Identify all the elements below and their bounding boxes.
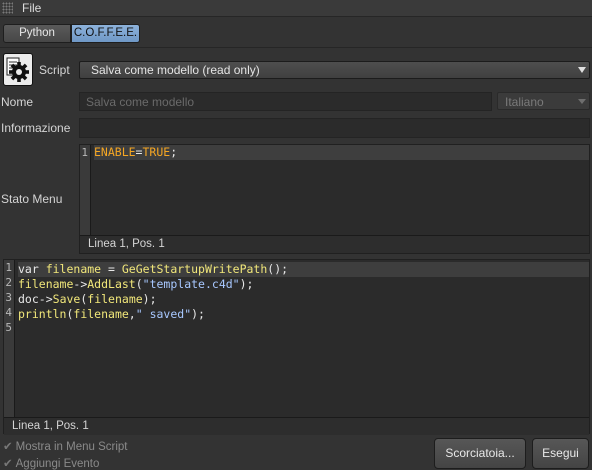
- code-token: (: [135, 277, 143, 291]
- code-token: );: [191, 307, 205, 321]
- code-token: doc: [18, 292, 39, 306]
- code-token: );: [239, 277, 254, 291]
- line-number: 3: [5, 291, 12, 304]
- add-event-label: Aggiungi Evento: [15, 458, 100, 470]
- code-token: ,: [128, 307, 136, 321]
- code-token: "template.c4d": [142, 277, 240, 291]
- code-token: filename: [73, 307, 129, 321]
- language-select-value: Italiano: [505, 95, 544, 109]
- drag-grip-icon[interactable]: [2, 2, 13, 14]
- code-token: Save: [52, 292, 81, 306]
- menu-bar: File: [0, 0, 592, 17]
- line-number: 1: [81, 146, 88, 159]
- code-token: ->: [73, 277, 88, 291]
- code-line: println(filename," saved");: [18, 307, 589, 322]
- menu-state-label: Stato Menu: [1, 192, 63, 206]
- code-token: GeGetStartupWritePath: [121, 262, 268, 276]
- menu-file[interactable]: File: [22, 1, 41, 15]
- script-editor[interactable]: 1 2 3 4 5 var filename = GeGetStartupWritePa…: [3, 259, 590, 435]
- code-token: ->: [38, 292, 53, 306]
- code-line: ENABLE=TRUE;: [94, 145, 589, 160]
- info-label: Informazione: [1, 121, 71, 135]
- chevron-down-icon: [578, 99, 586, 104]
- code-lines: var filename = GeGetStartupWritePath(); f…: [18, 262, 589, 337]
- info-field-wrapper: [79, 118, 590, 138]
- code-token: " saved": [135, 307, 192, 321]
- code-token: TRUE: [142, 145, 171, 159]
- code-line: doc->Save(filename);: [18, 292, 589, 307]
- show-in-menu-label: Mostra in Menu Script: [15, 441, 128, 453]
- code-token: filename: [45, 262, 102, 276]
- code-token: filename: [18, 277, 74, 291]
- code-token: );: [142, 292, 157, 306]
- menu-state-status-bar: Linea 1, Pos. 1: [80, 235, 589, 253]
- script-select[interactable]: Salva come modello (read only): [79, 61, 590, 79]
- line-number: 5: [5, 321, 12, 334]
- chevron-down-icon: [578, 67, 586, 73]
- tab-coffee[interactable]: C.O.F.F.E.E.: [71, 24, 140, 43]
- name-field-wrapper: [79, 92, 492, 111]
- show-in-menu-checkbox[interactable]: ✔ Mostra in Menu Script: [3, 439, 128, 453]
- code-token: println: [18, 307, 67, 321]
- line-number-gutter: 1: [80, 145, 91, 235]
- script-code-area[interactable]: 1 2 3 4 5 var filename = GeGetStartupWritePa…: [4, 260, 589, 417]
- shortcut-button[interactable]: Scorciatoia...: [434, 438, 526, 469]
- code-token: ();: [267, 262, 289, 276]
- code-lines: ENABLE=TRUE;: [94, 145, 589, 160]
- language-select[interactable]: Italiano: [497, 92, 590, 110]
- code-token: ;: [170, 145, 178, 159]
- script-select-value: Salva come modello (read only): [91, 63, 260, 77]
- line-number: 2: [5, 276, 12, 289]
- script-gear-icon: [3, 53, 33, 86]
- menu-state-editor[interactable]: 1 ENABLE=TRUE; Linea 1, Pos. 1: [79, 144, 590, 254]
- checkmark-icon: ✔: [3, 458, 13, 470]
- cursor-position-text: Linea 1, Pos. 1: [88, 238, 165, 250]
- code-token: filename: [87, 292, 143, 306]
- code-token: AddLast: [87, 277, 136, 291]
- script-status-bar: Linea 1, Pos. 1: [4, 417, 589, 435]
- line-number: 1: [5, 261, 12, 274]
- checkmark-icon: ✔: [3, 441, 13, 453]
- code-line: filename->AddLast("template.c4d");: [18, 277, 589, 292]
- divider: [0, 47, 592, 48]
- info-field[interactable]: [80, 119, 589, 137]
- menu-state-code-area[interactable]: 1 ENABLE=TRUE;: [80, 145, 589, 235]
- tab-python[interactable]: Python: [3, 24, 71, 43]
- code-line: var filename = GeGetStartupWritePath();: [18, 262, 589, 277]
- line-number-gutter: 1 2 3 4 5: [4, 260, 15, 417]
- name-field[interactable]: [80, 93, 491, 110]
- line-number: 4: [5, 306, 12, 319]
- cursor-position-text: Linea 1, Pos. 1: [12, 420, 89, 432]
- script-label: Script: [39, 63, 70, 77]
- code-token: ENABLE: [94, 145, 136, 159]
- code-token: =: [101, 262, 122, 276]
- run-button[interactable]: Esegui: [532, 438, 589, 469]
- name-label: Nome: [1, 95, 34, 109]
- code-token: var: [18, 262, 46, 276]
- add-event-checkbox[interactable]: ✔ Aggiungi Evento: [3, 456, 99, 470]
